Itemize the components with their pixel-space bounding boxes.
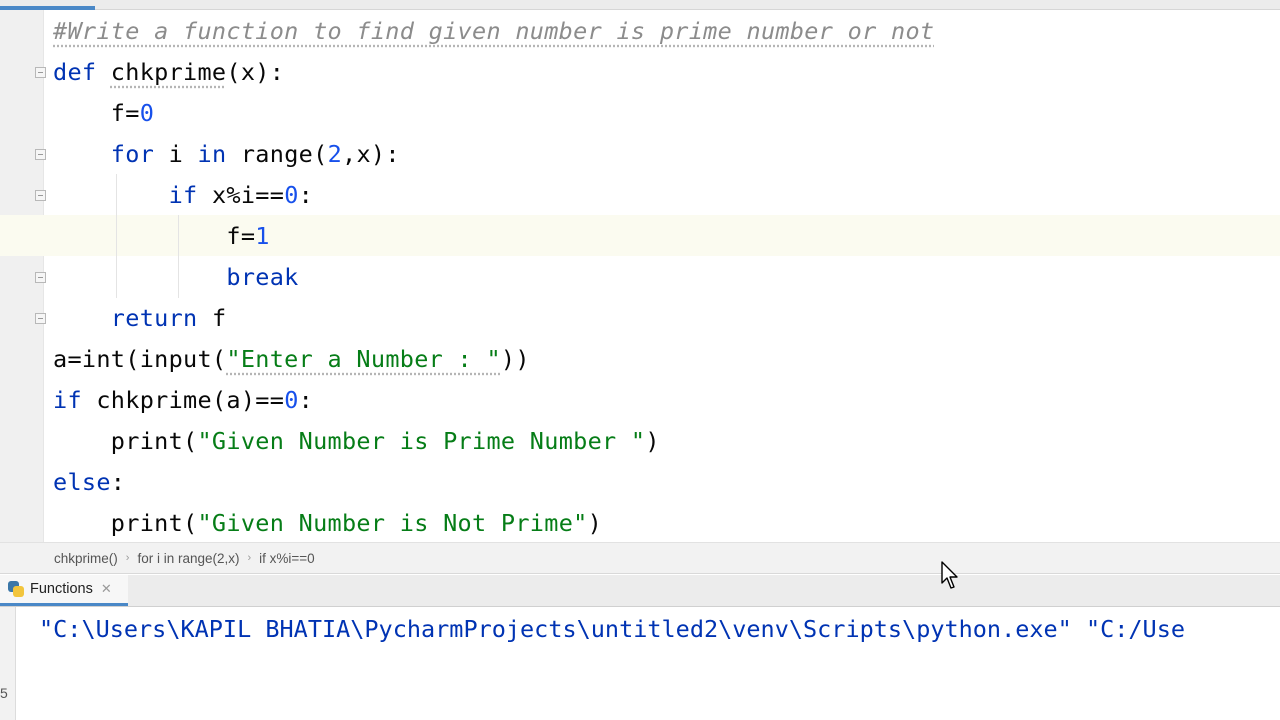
code-token: : [298, 386, 314, 414]
mouse-cursor-icon [941, 561, 958, 589]
code-token: ) [587, 509, 603, 537]
code-token: #Write a function to find given number i… [53, 17, 935, 45]
code-token: in [197, 140, 241, 168]
code-token: : [110, 468, 126, 496]
code-token: "Enter a Number : " [226, 345, 501, 373]
breadcrumb-item-if[interactable]: if x%i==0 [259, 551, 315, 566]
code-token: print( [53, 427, 198, 455]
run-toolbar-icon[interactable]: 5 [0, 685, 8, 701]
breadcrumb-separator: › [125, 552, 130, 564]
code-token: ,x): [342, 140, 400, 168]
run-console[interactable]: 5 "C:\Users\KAPIL BHATIA\PycharmProjects… [0, 607, 1280, 720]
code-line[interactable]: else: [53, 462, 125, 503]
run-tab-label: Functions [30, 581, 93, 597]
code-token: 0 [284, 386, 299, 414]
code-token: 2 [327, 140, 343, 168]
code-token: (x): [226, 58, 285, 86]
code-line[interactable]: if x%i==0: [53, 175, 313, 216]
code-line[interactable]: return f [53, 298, 226, 339]
code-token: return [110, 304, 212, 332]
code-token: else [53, 468, 111, 496]
breadcrumb-item-function[interactable]: chkprime() [54, 551, 118, 566]
code-line[interactable]: f=1 [53, 216, 270, 257]
code-token: f [211, 304, 227, 332]
code-editor[interactable]: #Write a function to find given number i… [0, 10, 1280, 542]
code-token: if [168, 181, 212, 209]
breadcrumb-item-for-loop[interactable]: for i in range(2,x) [137, 551, 239, 566]
code-token: if [53, 386, 97, 414]
run-toolbar: 5 [0, 607, 16, 720]
code-token: range [240, 140, 314, 168]
code-token: ( [313, 140, 328, 168]
code-token: "Given Number is Not Prime" [197, 509, 588, 537]
run-tab-functions[interactable]: Functions ✕ [0, 575, 128, 606]
code-token: chkprime(a)== [96, 386, 285, 414]
python-icon [8, 581, 24, 597]
code-token: 0 [139, 99, 155, 127]
fold-marker-def[interactable] [35, 67, 46, 78]
code-token: print( [53, 509, 198, 537]
code-token: for [110, 140, 169, 168]
fold-marker-for[interactable] [35, 149, 46, 160]
code-token: def [53, 58, 111, 86]
code-token: ) [645, 427, 660, 455]
console-output-line: "C:\Users\KAPIL BHATIA\PycharmProjects\u… [39, 615, 1186, 643]
code-token: : [298, 181, 314, 209]
code-line[interactable]: for i in range(2,x): [53, 134, 400, 175]
code-token: x%i== [211, 181, 285, 209]
code-line[interactable]: def chkprime(x): [53, 52, 284, 93]
code-token: i [168, 140, 198, 168]
code-line[interactable]: if chkprime(a)==0: [53, 380, 313, 421]
code-token: 0 [284, 181, 299, 209]
fold-end-marker-if[interactable] [35, 272, 46, 283]
code-token: break [226, 263, 299, 291]
code-line[interactable]: f=0 [53, 93, 154, 134]
code-token: f= [53, 222, 256, 250]
code-token: chkprime [110, 58, 227, 86]
code-token: 1 [255, 222, 270, 250]
breadcrumb-separator: › [247, 552, 252, 564]
code-line[interactable]: print("Given Number is Prime Number ") [53, 421, 660, 462]
breadcrumb: chkprime() › for i in range(2,x) › if x%… [0, 542, 1280, 574]
fold-end-marker-def[interactable] [35, 313, 46, 324]
code-line[interactable]: a=int(input("Enter a Number : ")) [53, 339, 530, 380]
code-line[interactable]: print("Given Number is Not Prime") [53, 503, 602, 542]
editor-tab-strip [0, 0, 1280, 10]
close-icon[interactable]: ✕ [101, 581, 112, 597]
code-token: )) [500, 345, 530, 373]
run-tool-window-tabs: Functions ✕ [0, 575, 1280, 607]
code-line[interactable]: break [53, 257, 299, 298]
code-line[interactable]: #Write a function to find given number i… [53, 11, 934, 52]
code-token: a=int(input( [53, 345, 227, 373]
code-token: "Given Number is Prime Number " [197, 427, 646, 455]
code-token: f= [53, 99, 140, 127]
fold-marker-if[interactable] [35, 190, 46, 201]
